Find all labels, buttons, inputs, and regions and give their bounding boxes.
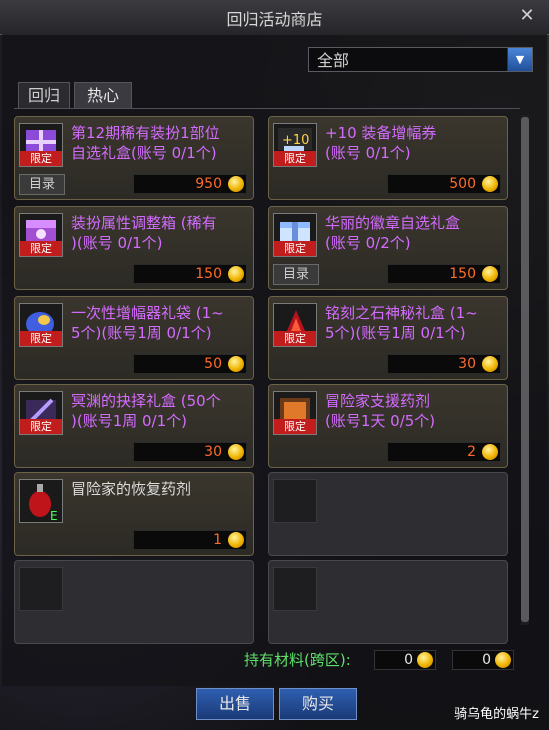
shop-item-card[interactable]: 限定 冥渊的抉择礼盒 (50个 )(账号1周 0/1个) 30 bbox=[14, 384, 254, 468]
shop-item-card[interactable]: 限定 装扮属性调整箱 (稀有 )(账号 0/1个) 150 bbox=[14, 206, 254, 290]
catalog-button[interactable]: 目录 bbox=[19, 174, 65, 195]
price-box: 1 bbox=[133, 530, 247, 550]
materials-value-box: 0 bbox=[452, 650, 514, 670]
limited-badge: 限定 bbox=[20, 151, 62, 166]
empty-slot bbox=[14, 560, 254, 644]
recovery-potion-icon: E bbox=[19, 479, 63, 523]
empty-slot bbox=[268, 472, 508, 556]
item-name: +10 装备增幅券 (账号 0/1个) bbox=[325, 124, 437, 162]
item-price: 2 bbox=[467, 444, 476, 460]
shop-item-card[interactable]: 限定 铭刻之石神秘礼盒 (1~ 5个)(账号1周 0/1个) 30 bbox=[268, 296, 508, 380]
window-titlebar: 回归活动商店 ✕ bbox=[0, 0, 549, 35]
tab-warm-heart[interactable]: 热心 bbox=[74, 82, 132, 108]
buy-button[interactable]: 购买 bbox=[279, 688, 357, 720]
price-box: 30 bbox=[133, 442, 247, 462]
gold-coin-icon bbox=[228, 266, 244, 282]
gold-coin-icon bbox=[495, 652, 511, 668]
shop-item-card[interactable]: 限定 第12期稀有装扮1部位 自选礼盒(账号 0/1个) 目录 950 bbox=[14, 116, 254, 200]
category-dropdown[interactable]: 全部 ▼ bbox=[308, 47, 533, 72]
item-price: 50 bbox=[204, 356, 222, 372]
gold-coin-icon bbox=[228, 444, 244, 460]
price-box: 150 bbox=[387, 264, 501, 284]
abyss-choice-box-icon: 限定 bbox=[19, 391, 63, 435]
item-price: 500 bbox=[449, 176, 476, 192]
item-name: 装扮属性调整箱 (稀有 )(账号 0/1个) bbox=[71, 214, 217, 252]
category-dropdown-value: 全部 bbox=[317, 51, 350, 70]
item-name: 华丽的徽章自选礼盒 (账号 0/2个) bbox=[325, 214, 461, 252]
price-box: 500 bbox=[387, 174, 501, 194]
gold-coin-icon bbox=[482, 176, 498, 192]
support-potion-icon: 限定 bbox=[273, 391, 317, 435]
shop-item-card[interactable]: +10 限定 +10 装备增幅券 (账号 0/1个) 500 bbox=[268, 116, 508, 200]
gold-coin-icon bbox=[482, 356, 498, 372]
gold-coin-icon bbox=[228, 532, 244, 548]
materials-value-box: 0 bbox=[374, 650, 436, 670]
limited-badge: 限定 bbox=[274, 331, 316, 346]
price-box: 50 bbox=[133, 354, 247, 374]
shop-item-card[interactable]: 限定 一次性增幅器礼袋 (1~ 5个)(账号1周 0/1个) 50 bbox=[14, 296, 254, 380]
price-box: 2 bbox=[387, 442, 501, 462]
window-title: 回归活动商店 bbox=[226, 10, 323, 29]
item-price: 950 bbox=[195, 176, 222, 192]
gold-coin-icon bbox=[228, 356, 244, 372]
materials-label: 持有材料(跨区): bbox=[244, 651, 351, 669]
limited-badge: 限定 bbox=[274, 241, 316, 256]
emblem-box-icon: 限定 bbox=[273, 213, 317, 257]
materials-value: 0 bbox=[404, 652, 413, 668]
empty-slot bbox=[268, 560, 508, 644]
gold-coin-icon bbox=[417, 652, 433, 668]
item-name: 一次性增幅器礼袋 (1~ 5个)(账号1周 0/1个) bbox=[71, 304, 224, 342]
item-name: 冒险家的恢复药剂 bbox=[71, 480, 192, 498]
avatar-adjust-box-icon: 限定 bbox=[19, 213, 63, 257]
gold-coin-icon bbox=[482, 266, 498, 282]
watermark: 骑乌龟的蜗牛z bbox=[454, 707, 539, 722]
shop-item-card[interactable]: E 冒险家的恢复药剂 1 bbox=[14, 472, 254, 556]
item-name: 冒险家支援药剂 (账号1天 0/5个) bbox=[325, 392, 436, 430]
tab-divider bbox=[14, 108, 520, 109]
limited-badge: 限定 bbox=[274, 419, 316, 434]
item-price: 150 bbox=[449, 266, 476, 282]
item-price: 150 bbox=[195, 266, 222, 282]
close-icon[interactable]: ✕ bbox=[517, 6, 537, 26]
inscription-stone-box-icon: 限定 bbox=[273, 303, 317, 347]
chevron-down-icon[interactable]: ▼ bbox=[507, 48, 532, 71]
item-price: 30 bbox=[204, 444, 222, 460]
tab-return[interactable]: 回归 bbox=[18, 82, 70, 108]
gold-coin-icon bbox=[482, 444, 498, 460]
price-box: 30 bbox=[387, 354, 501, 374]
catalog-button[interactable]: 目录 bbox=[273, 264, 319, 285]
item-name: 冥渊的抉择礼盒 (50个 )(账号1周 0/1个) bbox=[71, 392, 221, 430]
scrollbar-thumb[interactable] bbox=[521, 117, 529, 622]
materials-value: 0 bbox=[482, 652, 491, 668]
limited-badge: 限定 bbox=[20, 241, 62, 256]
shop-item-card[interactable]: 限定 华丽的徽章自选礼盒 (账号 0/2个) 目录 150 bbox=[268, 206, 508, 290]
limited-badge: 限定 bbox=[274, 151, 316, 166]
svg-text:E: E bbox=[50, 509, 58, 522]
item-name: 铭刻之石神秘礼盒 (1~ 5个)(账号1周 0/1个) bbox=[325, 304, 478, 342]
empty-icon-slot bbox=[19, 567, 63, 611]
item-price: 30 bbox=[458, 356, 476, 372]
empty-icon-slot bbox=[273, 479, 317, 523]
limited-badge: 限定 bbox=[20, 331, 62, 346]
amplifier-bag-icon: 限定 bbox=[19, 303, 63, 347]
svg-text:+10: +10 bbox=[282, 133, 309, 148]
item-price: 1 bbox=[213, 532, 222, 548]
limited-badge: 限定 bbox=[20, 419, 62, 434]
price-box: 950 bbox=[133, 174, 247, 194]
price-box: 150 bbox=[133, 264, 247, 284]
gold-coin-icon bbox=[228, 176, 244, 192]
empty-icon-slot bbox=[273, 567, 317, 611]
item-name: 第12期稀有装扮1部位 自选礼盒(账号 0/1个) bbox=[71, 124, 220, 162]
purple-gift-box-icon: 限定 bbox=[19, 123, 63, 167]
shop-item-card[interactable]: 限定 冒险家支援药剂 (账号1天 0/5个) 2 bbox=[268, 384, 508, 468]
sell-button[interactable]: 出售 bbox=[196, 688, 274, 720]
amplify-ticket-icon: +10 限定 bbox=[273, 123, 317, 167]
